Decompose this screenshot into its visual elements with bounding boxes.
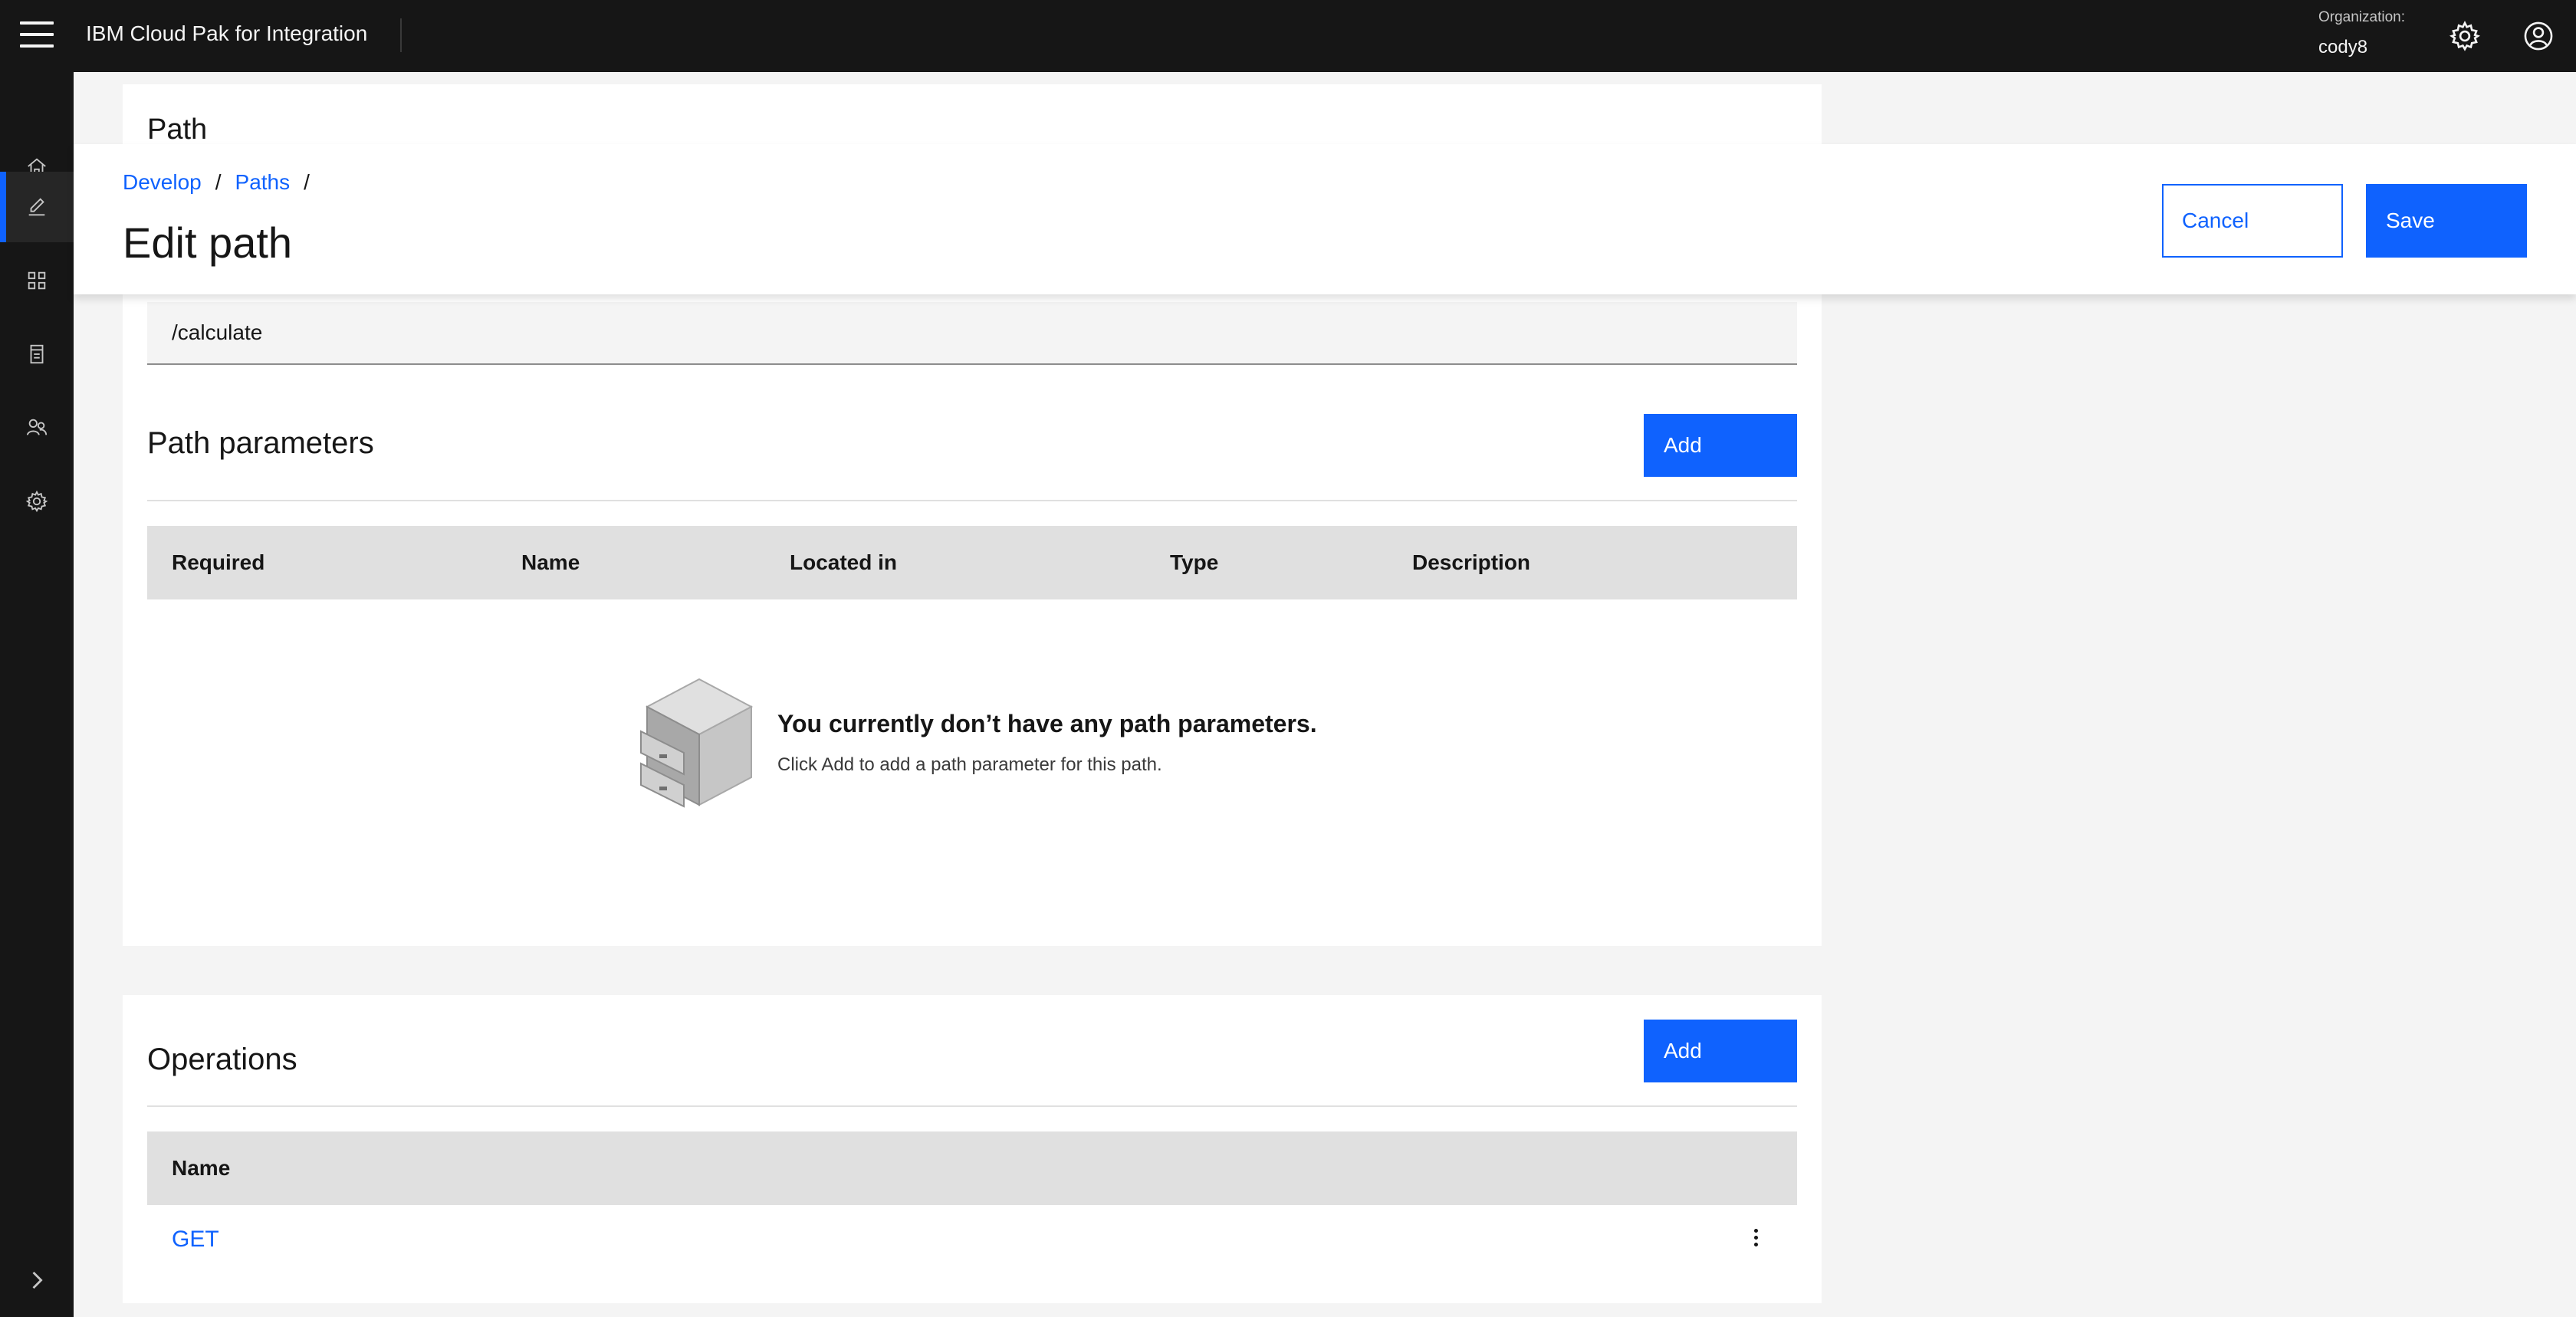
hamburger-menu-icon[interactable] bbox=[20, 21, 54, 51]
overflow-menu-icon[interactable] bbox=[1740, 1219, 1771, 1256]
empty-state-title: You currently don’t have any path parame… bbox=[777, 710, 1317, 737]
nav-catalog[interactable] bbox=[0, 319, 74, 389]
add-operation-button[interactable]: Add bbox=[1644, 1020, 1797, 1082]
nav-manage[interactable] bbox=[0, 245, 74, 316]
nav-develop[interactable] bbox=[0, 172, 74, 242]
path-parameters-table-header: Required Name Located in Type Descriptio… bbox=[147, 526, 1797, 599]
users-icon bbox=[26, 419, 48, 435]
breadcrumb-separator: / bbox=[304, 170, 310, 194]
operations-table-header: Name bbox=[147, 1131, 1797, 1205]
operations-title: Operations bbox=[147, 1043, 297, 1076]
column-header-type: Type bbox=[1170, 550, 1219, 574]
chevron-right-icon[interactable] bbox=[23, 1266, 51, 1294]
empty-state-subtitle: Click Add to add a path parameter for th… bbox=[777, 754, 1162, 775]
page-title: Edit path bbox=[123, 218, 293, 267]
breadcrumb-paths[interactable]: Paths bbox=[235, 170, 291, 195]
save-button[interactable]: Save bbox=[2366, 184, 2527, 258]
column-header-name: Name bbox=[172, 1156, 231, 1180]
top-header: IBM Cloud Pak for Integration Organizati… bbox=[0, 0, 2576, 72]
breadcrumb: Develop / Paths / bbox=[123, 170, 310, 195]
add-path-parameter-button[interactable]: Add bbox=[1644, 414, 1797, 477]
column-header-description: Description bbox=[1412, 550, 1531, 574]
user-avatar-icon[interactable] bbox=[2522, 20, 2555, 52]
divider bbox=[147, 500, 1797, 501]
breadcrumb-separator: / bbox=[215, 170, 222, 194]
filing-cabinet-icon bbox=[640, 678, 754, 808]
organization-value: cody8 bbox=[2318, 37, 2368, 57]
edit-icon bbox=[28, 198, 45, 216]
column-header-name: Name bbox=[521, 550, 580, 574]
cancel-button[interactable]: Cancel bbox=[2162, 184, 2343, 258]
path-section-title: Path bbox=[147, 113, 208, 146]
edit-page-header: Develop / Paths / Edit path Cancel Save bbox=[74, 144, 2576, 294]
organization-switcher[interactable]: Organization: cody8 bbox=[2318, 9, 2405, 58]
settings-gear-icon[interactable] bbox=[2449, 20, 2481, 52]
column-header-required: Required bbox=[172, 550, 265, 574]
header-divider bbox=[400, 18, 402, 52]
product-name[interactable]: IBM Cloud Pak for Integration bbox=[86, 21, 367, 46]
path-parameters-title: Path parameters bbox=[147, 426, 374, 460]
nav-members[interactable] bbox=[0, 392, 74, 463]
divider bbox=[147, 1105, 1797, 1107]
operation-link-get[interactable]: GET bbox=[172, 1227, 219, 1253]
apps-grid-icon bbox=[28, 271, 46, 290]
operations-card: Operations Add Name GET bbox=[123, 995, 1822, 1303]
breadcrumb-develop[interactable]: Develop bbox=[123, 170, 202, 195]
nav-settings[interactable] bbox=[0, 466, 74, 537]
settings-icon bbox=[25, 490, 48, 513]
organization-label: Organization: bbox=[2318, 9, 2406, 25]
side-navigation bbox=[0, 72, 74, 1317]
catalog-icon bbox=[30, 344, 44, 364]
column-header-located-in: Located in bbox=[790, 550, 898, 574]
path-input[interactable]: /calculate bbox=[147, 302, 1797, 365]
